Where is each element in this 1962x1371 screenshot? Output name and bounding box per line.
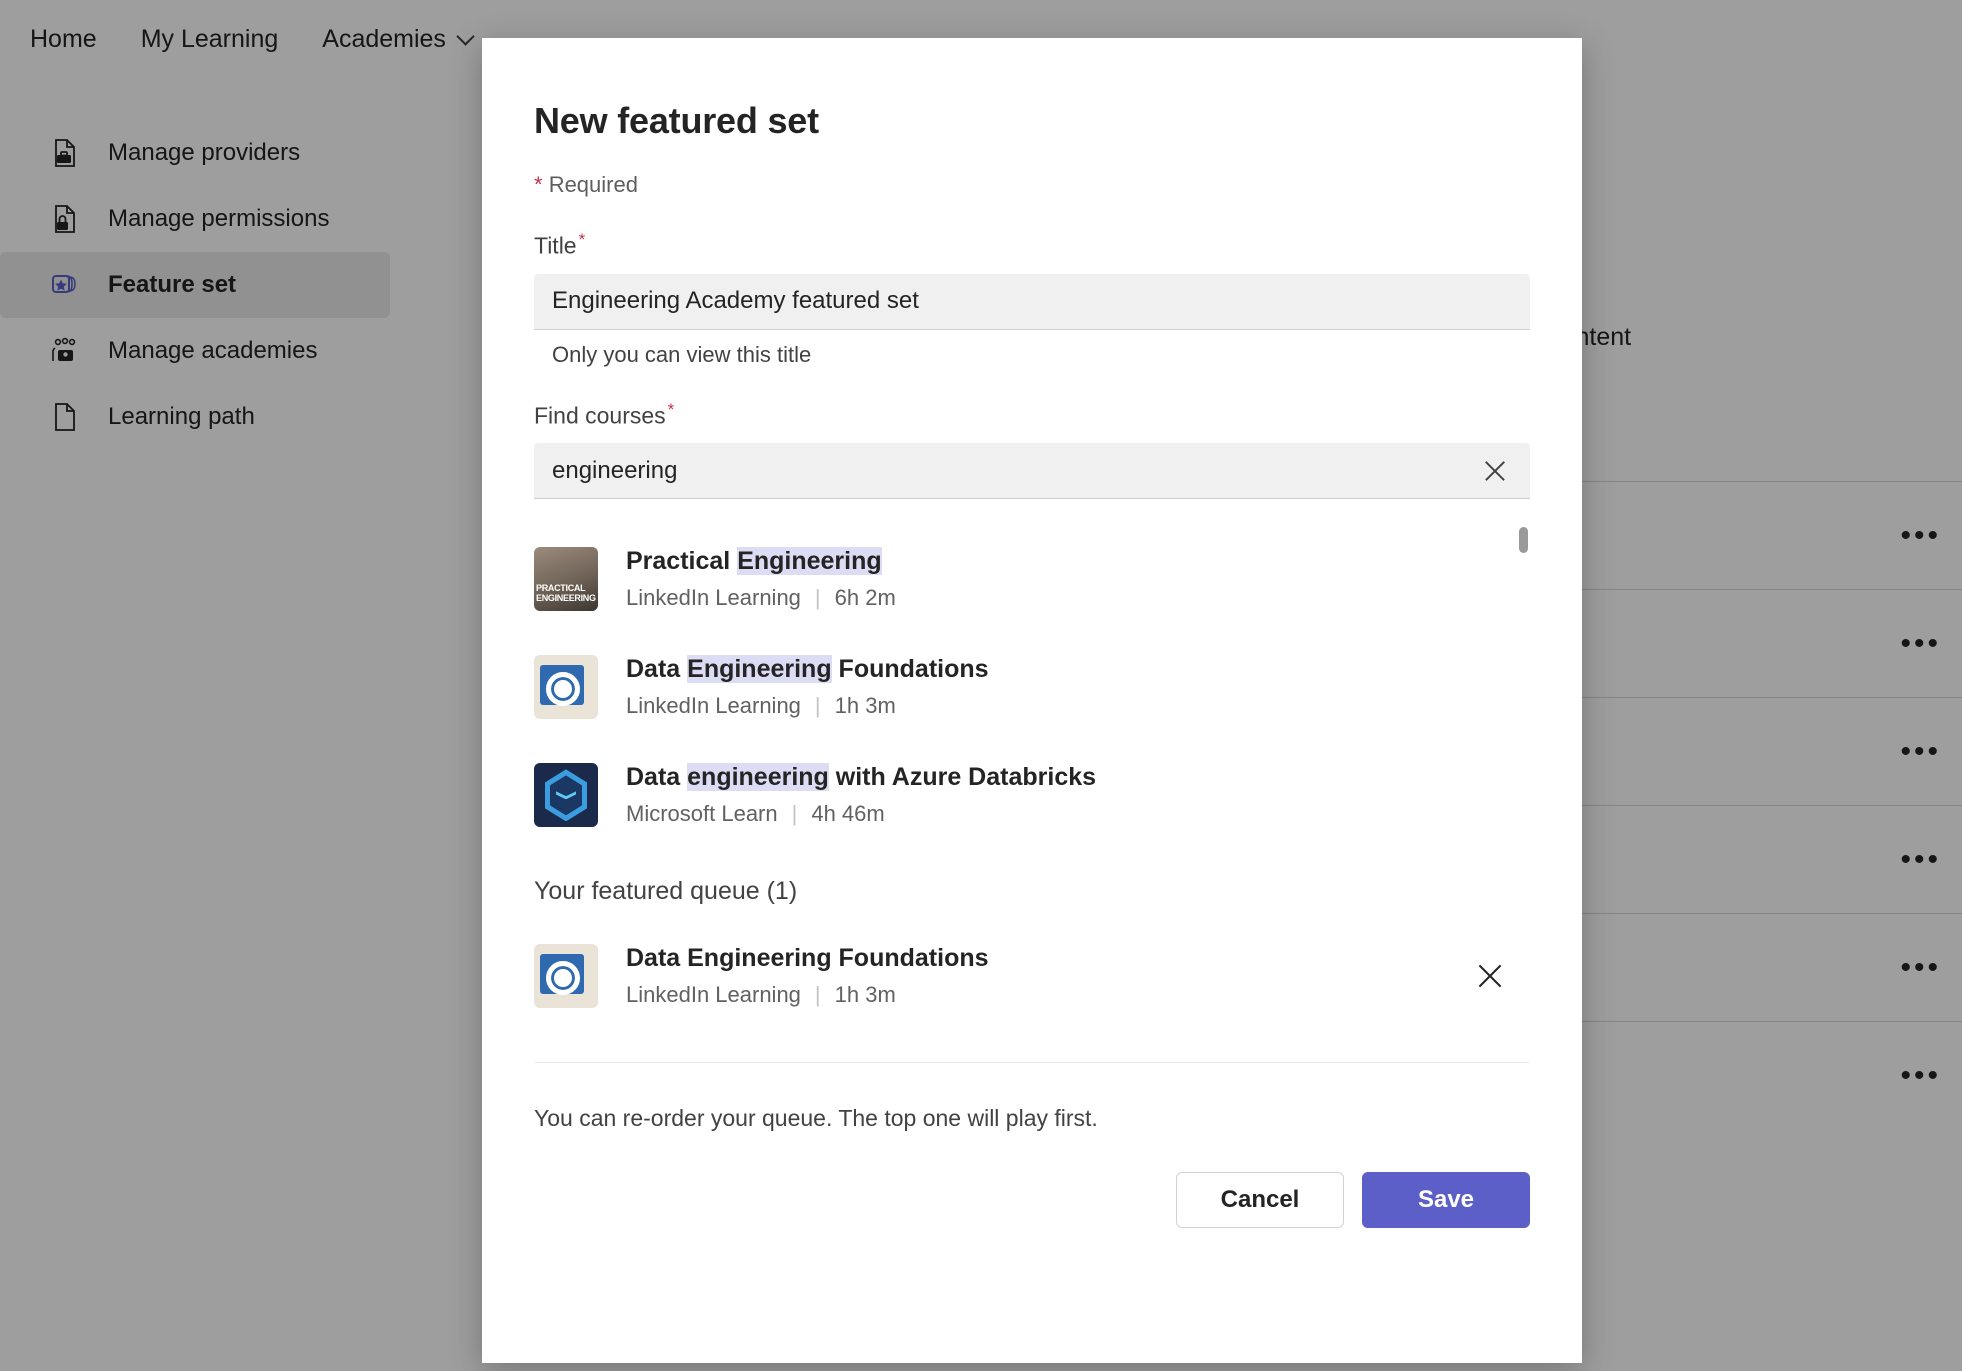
course-duration: 4h 46m [811,801,885,827]
search-result-item[interactable]: Data Engineering Foundations LinkedIn Le… [534,633,1502,741]
azure-databricks-thumbnail [534,763,598,828]
title-label-text: Title [534,232,577,259]
close-icon[interactable] [1472,958,1508,994]
course-title-prefix: Practical [626,547,738,576]
required-asterisk: * [667,399,675,419]
required-asterisk: * [534,172,543,197]
course-meta: Microsoft Learn | 4h 46m [626,801,1502,827]
course-title: Data Engineering Foundations [626,655,1502,684]
queue-reorder-note: You can re-order your queue. The top one… [534,1105,1098,1132]
course-duration: 1h 3m [834,693,896,719]
search-result-item[interactable]: Data engineering with Azure Databricks M… [534,741,1502,849]
course-provider: LinkedIn Learning [626,693,801,719]
find-courses-search-input[interactable]: engineering [534,443,1530,500]
queue-item-text: Data Engineering Foundations LinkedIn Le… [626,944,1444,1008]
footer-divider [534,1062,1530,1064]
find-courses-label-text: Find courses [534,402,666,429]
course-title: Data engineering with Azure Databricks [626,763,1502,792]
search-input-value: engineering [552,456,678,484]
search-result-text: Data Engineering Foundations LinkedIn Le… [626,655,1502,719]
meta-separator: | [814,585,821,611]
results-scrollbar-thumb[interactable] [1519,527,1528,554]
data-engineering-thumbnail [534,655,598,720]
course-provider: LinkedIn Learning [626,585,801,611]
course-duration: 6h 2m [834,585,896,611]
queue-item[interactable]: Data Engineering Foundations LinkedIn Le… [534,920,1530,1032]
search-result-item[interactable]: PRACTICAL ENGINEERING Practical Engineer… [534,525,1502,633]
meta-separator: | [814,982,821,1008]
thumbnail-caption: PRACTICAL ENGINEERING [536,583,596,604]
course-title-suffix: Foundations [831,655,989,684]
course-title-match: engineering [687,763,829,792]
course-provider: Microsoft Learn [626,801,778,827]
dialog-title: New featured set [534,100,819,141]
required-legend: * Required [534,172,1530,198]
course-title-match: Engineering [687,655,832,684]
required-legend-label: Required [548,172,638,197]
required-asterisk: * [578,230,586,249]
course-meta: LinkedIn Learning | 1h 3m [626,693,1502,719]
course-title: Practical Engineering [626,547,1502,576]
save-button[interactable]: Save [1362,1172,1530,1229]
course-meta: LinkedIn Learning | 6h 2m [626,585,1502,611]
meta-separator: | [791,801,798,827]
search-result-text: Data engineering with Azure Databricks M… [626,763,1502,827]
course-title: Data Engineering Foundations [626,944,989,973]
course-duration: 1h 3m [834,982,896,1008]
title-input-value: Engineering Academy featured set [552,287,919,315]
title-field-label: Title * [534,230,1530,260]
featured-queue-heading: Your featured queue (1) [534,877,798,906]
close-icon[interactable] [1478,454,1512,488]
dialog-actions: Cancel Save [534,1172,1530,1229]
title-input[interactable]: Engineering Academy featured set [534,273,1530,330]
new-featured-set-dialog: New featured set * Required Title * Engin… [482,38,1582,1363]
find-courses-label: Find courses * [534,400,1530,430]
cancel-button[interactable]: Cancel [1176,1172,1344,1229]
data-engineering-thumbnail [534,944,598,1009]
search-result-text: Practical Engineering LinkedIn Learning … [626,547,1502,611]
course-title-prefix: Data [626,655,688,684]
course-title-suffix: with Azure Databricks [828,763,1097,792]
practical-engineering-thumbnail: PRACTICAL ENGINEERING [534,547,598,612]
course-title-match: Engineering [737,547,882,576]
meta-separator: | [814,693,821,719]
course-meta: LinkedIn Learning | 1h 3m [626,982,1444,1008]
course-search-results: PRACTICAL ENGINEERING Practical Engineer… [534,525,1530,849]
course-provider: LinkedIn Learning [626,982,801,1008]
course-title-prefix: Data [626,763,688,792]
title-input-hint: Only you can view this title [552,341,812,367]
